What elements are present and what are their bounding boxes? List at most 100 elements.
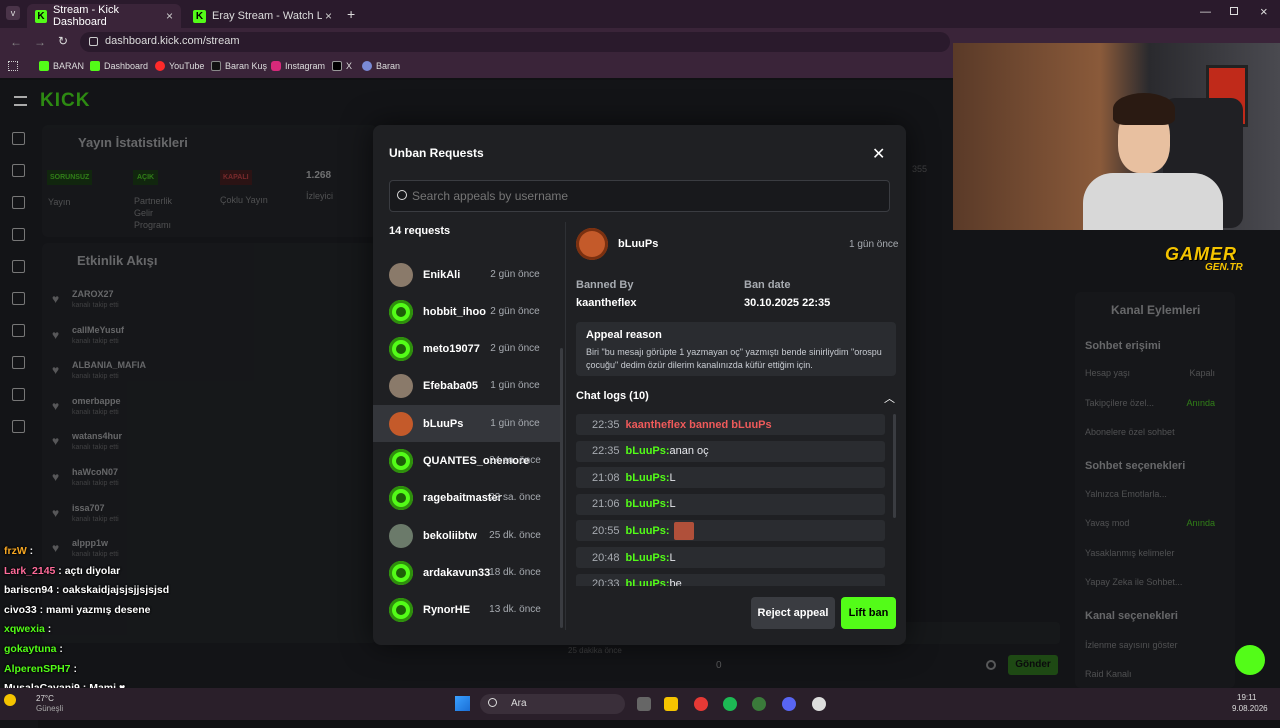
close-window-button[interactable]: ×: [1260, 4, 1268, 19]
obs-icon[interactable]: [812, 697, 826, 711]
search-appeals-input[interactable]: [389, 180, 890, 212]
taskbar-search[interactable]: Ara: [480, 694, 625, 714]
nav-icon-users[interactable]: [12, 388, 25, 401]
hamburger-icon[interactable]: [14, 96, 27, 106]
setting-ai-chat[interactable]: Yapay Zeka ile Sohbet...: [1085, 577, 1225, 587]
bookmark-baran-2[interactable]: Baran: [362, 61, 400, 71]
send-button[interactable]: Gönder: [1008, 655, 1058, 675]
setting-subs-only[interactable]: Abonelere özel sohbet: [1085, 427, 1225, 437]
activity-feed-panel: Etkinlik Akışı ♥ ZAROX27 kanalı takip etti…: [42, 243, 377, 643]
bookmark-youtube[interactable]: YouTube: [155, 61, 204, 71]
app-icon[interactable]: [752, 697, 766, 711]
weather-icon: [4, 694, 16, 706]
settings-icon[interactable]: [986, 660, 996, 670]
nav-icon-trophy[interactable]: [12, 260, 25, 273]
close-icon[interactable]: ✕: [872, 144, 885, 164]
request-item[interactable]: RynorHE 13 dk. önce: [373, 591, 561, 628]
heart-icon: ♥: [52, 327, 60, 342]
nav-icon-media[interactable]: [12, 292, 25, 305]
streamer-body: [1083, 173, 1223, 230]
close-icon[interactable]: ×: [166, 9, 173, 23]
back-icon[interactable]: ←: [10, 35, 22, 49]
nav-icon-video[interactable]: [12, 196, 25, 209]
discord-icon[interactable]: [782, 697, 796, 711]
kick-icon: [90, 61, 100, 71]
status-badge: AÇIK: [133, 170, 159, 185]
ban-date-value: 30.10.2025 22:35: [744, 297, 831, 309]
nav-icon-tools[interactable]: [12, 356, 25, 369]
request-item[interactable]: ardakavun33 18 dk. önce: [373, 554, 561, 591]
bookmark-baran-kus[interactable]: Baran Kuş: [211, 61, 267, 71]
setting-emote-only[interactable]: Yalnızca Emotlarla...: [1085, 489, 1225, 499]
chat-logs-scrollbar[interactable]: [893, 414, 896, 518]
setting-raid[interactable]: Raid Kanalı: [1085, 669, 1225, 679]
bookmark-instagram[interactable]: Instagram: [271, 61, 325, 71]
setting-show-viewers[interactable]: İzlenme sayısını göster: [1085, 640, 1225, 650]
bookmark-baran[interactable]: BARAN: [39, 61, 84, 71]
task-view-icon[interactable]: [637, 697, 651, 711]
clock-time: 19:11: [1237, 693, 1257, 702]
chat-log-item: 22:35 kaantheflex banned bLuuPs: [576, 414, 885, 435]
request-item[interactable]: bekoliibtw 25 dk. önce: [373, 517, 561, 554]
overlay-chat-message: bariscn94 : oakskaidjajsjsjjsjsjsd: [4, 584, 170, 597]
request-item[interactable]: hobbit_ihoo 2 gün önce: [373, 293, 561, 330]
apps-icon[interactable]: [8, 61, 18, 71]
chevron-up-icon[interactable]: ︿: [884, 390, 895, 406]
overlay-chat-message: gokaytuna :: [4, 643, 63, 655]
overlay-chat-message: xqwexia :: [4, 623, 52, 636]
restore-button[interactable]: [1230, 7, 1238, 15]
heart-icon: ♥: [52, 470, 60, 484]
file-explorer-icon[interactable]: [664, 697, 678, 711]
channel-actions-panel: Kanal Eylemleri Sohbet erişimi Hesap yaş…: [1075, 292, 1235, 688]
start-button[interactable]: [455, 696, 470, 711]
overlay-chat-message: AlperenSPH7 :: [4, 662, 77, 675]
request-item[interactable]: ragebaitmaster 23 sa. önce: [373, 479, 561, 516]
forward-icon[interactable]: →: [34, 35, 46, 49]
request-list-scrollbar[interactable]: [560, 348, 563, 628]
site-info-icon[interactable]: [89, 37, 98, 46]
tab-eray-stream[interactable]: K Eray Stream - Watch Live on Ki ×: [185, 4, 340, 28]
heart-icon: ♥: [52, 434, 60, 449]
bookmark-x[interactable]: X: [332, 61, 352, 71]
chrome-icon[interactable]: [694, 697, 708, 711]
appeal-reason-text: Biri "bu mesajı görüpte 1 yazmayan oç" y…: [586, 347, 882, 370]
tab-kick-dashboard[interactable]: K Stream - Kick Dashboard ×: [27, 4, 181, 28]
activity-item: ♥ haWcoN07 kanalı takip etti: [52, 467, 119, 487]
request-item[interactable]: Efebaba05 1 gün önce: [373, 367, 561, 404]
nav-icon-chart[interactable]: [12, 228, 25, 241]
avatar: [389, 336, 413, 361]
lift-ban-button[interactable]: Lift ban: [841, 597, 896, 629]
kick-logo[interactable]: KICK: [40, 90, 90, 112]
request-item[interactable]: bLuuPs 1 gün önce: [373, 405, 561, 442]
request-item[interactable]: EnikAli 2 gün önce: [373, 256, 561, 293]
chat-log-item: 20:33 bLuuPs: be: [576, 573, 885, 586]
setting-slow-mode[interactable]: Yavaş mod Anında: [1085, 518, 1225, 528]
ban-date-label: Ban date: [744, 279, 791, 291]
new-tab-button[interactable]: +: [347, 6, 355, 22]
weather-temp: 27°C: [36, 694, 54, 703]
request-item[interactable]: meto19077 2 gün önce: [373, 330, 561, 367]
detail-username: bLuuPs: [618, 238, 659, 250]
reload-icon[interactable]: ↻: [58, 34, 68, 48]
activity-item: ♥ issa707 kanalı takip etti: [52, 502, 119, 523]
overlay-chat-message: frzW :: [4, 545, 34, 557]
chat-input[interactable]: [900, 622, 1060, 644]
setting-followers-only[interactable]: Takipçilere özel... Anında: [1085, 398, 1225, 408]
request-item[interactable]: QUANTES_onemore 24 sa. önce: [373, 442, 561, 479]
stream-stats-panel: Yayın İstatistikleri SORUNSUZ Yayın AÇIK…: [42, 125, 377, 237]
close-icon[interactable]: ×: [325, 9, 332, 23]
setting-account-age[interactable]: Hesap yaşı Kapalı: [1085, 368, 1225, 378]
url-field[interactable]: dashboard.kick.com/stream: [80, 32, 950, 52]
nav-icon-analytics[interactable]: [12, 324, 25, 337]
support-chat-button[interactable]: [1235, 645, 1265, 675]
overlay-chat-message: Lark_2145 : açtı diyolar: [4, 564, 121, 577]
tab-menu-button[interactable]: v: [6, 6, 20, 20]
nav-icon-upload[interactable]: [12, 420, 25, 433]
reject-appeal-button[interactable]: Reject appeal: [751, 597, 835, 629]
minimize-button[interactable]: —: [1200, 6, 1211, 18]
nav-icon-links[interactable]: [12, 164, 25, 177]
setting-banned-words[interactable]: Yasaklanmış kelimeler: [1085, 548, 1225, 558]
bookmark-dashboard[interactable]: Dashboard: [90, 61, 148, 71]
nav-icon-stream[interactable]: [12, 132, 25, 145]
spotify-icon[interactable]: [723, 697, 737, 711]
